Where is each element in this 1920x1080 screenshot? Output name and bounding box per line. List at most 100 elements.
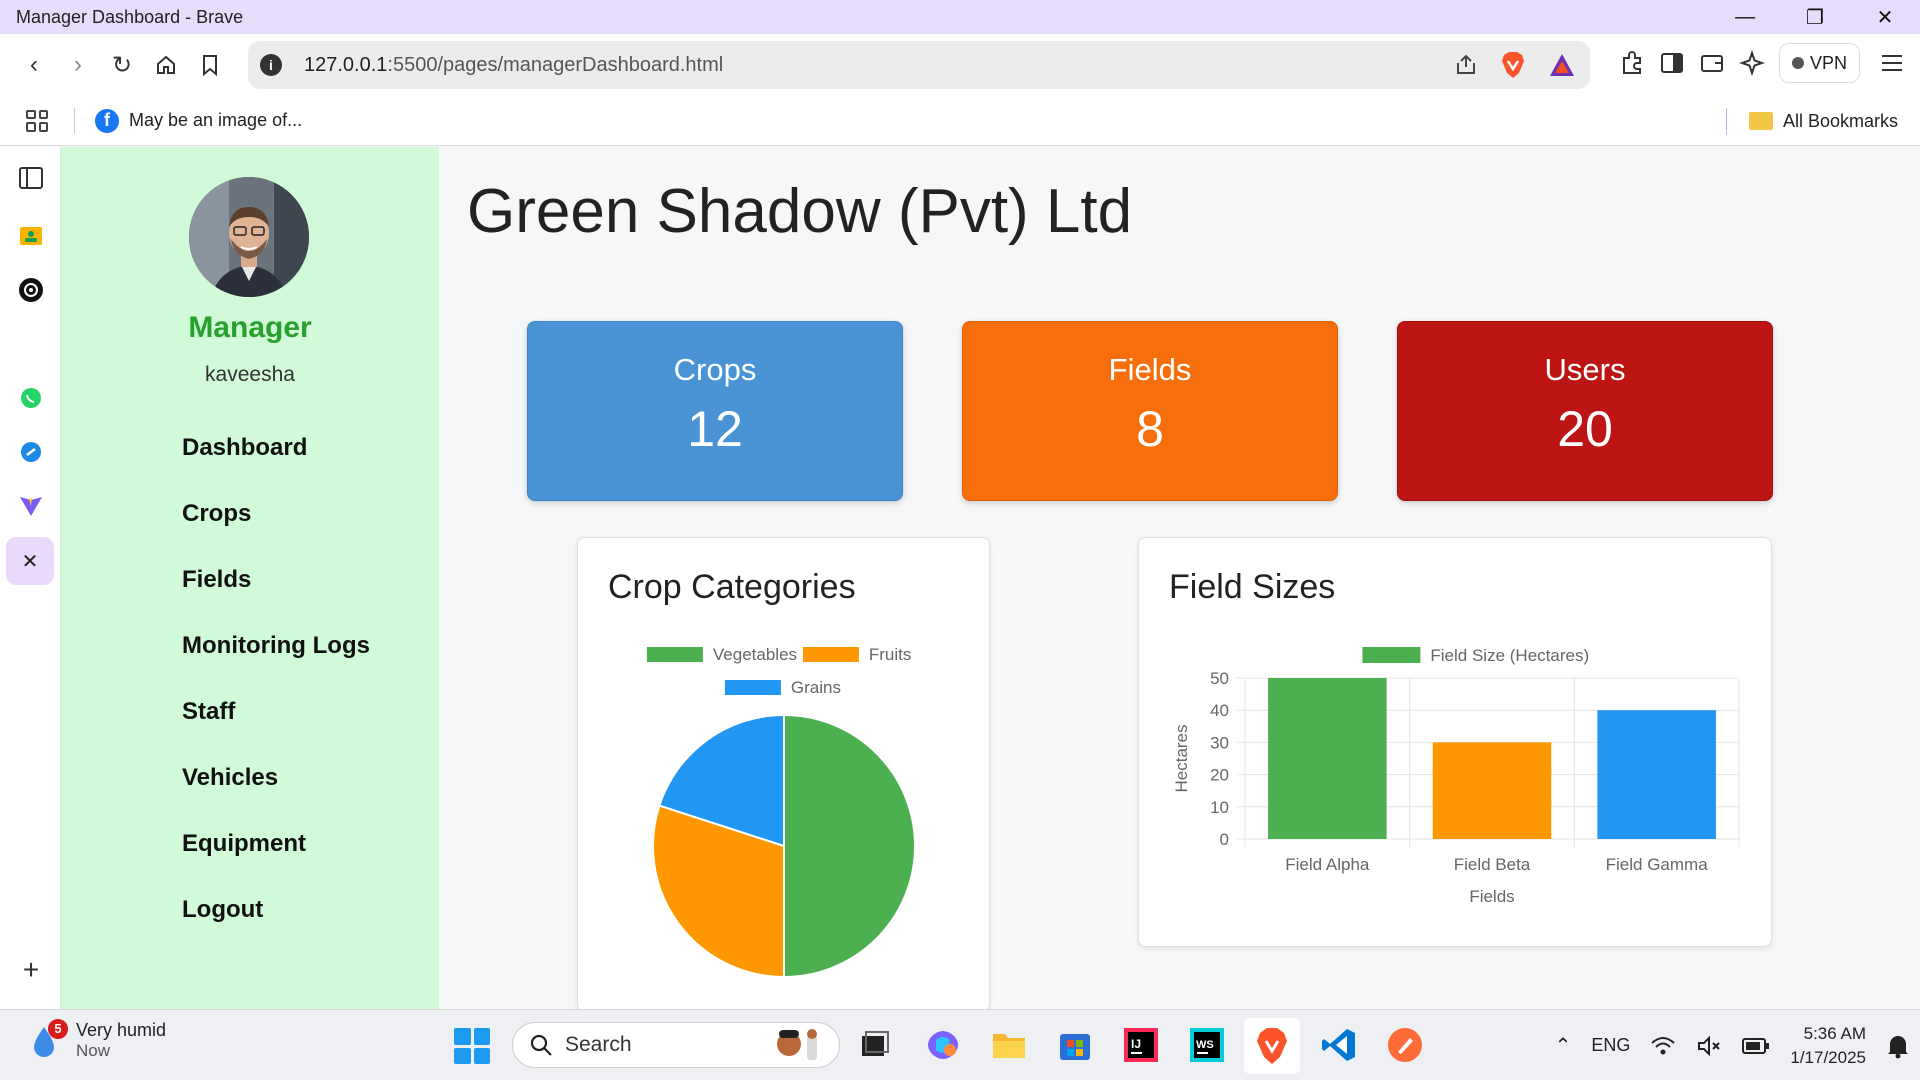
volume-muted-icon[interactable]	[1696, 1035, 1722, 1057]
stat-label: Crops	[673, 352, 757, 387]
url-text[interactable]: 127.0.0.1:5500/pages/managerDashboard.ht…	[304, 54, 723, 77]
y-axis-label: Hectares	[1172, 724, 1191, 792]
legend-item[interactable]: Field Size (Hectares)	[1362, 646, 1589, 665]
svg-text:IJ: IJ	[1131, 1037, 1141, 1051]
intellij-icon[interactable]: IJ	[1122, 1026, 1160, 1064]
webstorm-icon[interactable]: WS	[1188, 1026, 1226, 1064]
chevron-up-icon[interactable]: ⌃	[1555, 1033, 1572, 1058]
browser-side-panel: ✕ +	[0, 147, 61, 1009]
weather-text: Very humid	[76, 1020, 167, 1040]
crops-stat-card: Crops 12	[527, 321, 903, 501]
pie-slice-vegetables[interactable]	[783, 713, 916, 979]
stat-label: Fields	[1108, 352, 1192, 387]
y-tick-label: 40	[1210, 701, 1229, 720]
back-icon[interactable]: ‹	[12, 43, 56, 87]
wallet-icon[interactable]	[1699, 50, 1725, 76]
sidebar-item-vehicles[interactable]: Vehicles	[182, 745, 370, 811]
postman-icon[interactable]	[1386, 1026, 1424, 1064]
contacts-icon[interactable]	[18, 223, 44, 249]
battery-icon[interactable]	[1742, 1037, 1770, 1055]
clock[interactable]: 5:36 AM 1/17/2025	[1790, 1022, 1866, 1070]
taskbar-search[interactable]: Search	[512, 1022, 840, 1068]
share-icon[interactable]	[1454, 53, 1478, 77]
legend-item[interactable]: Vegetables	[646, 645, 797, 664]
x-tick-label: Field Beta	[1454, 855, 1531, 874]
sidebar-toggle-icon[interactable]	[1659, 50, 1685, 76]
field-sizes-card: Field Sizes Field Size (Hectares) 0 10 20 30…	[1138, 537, 1772, 947]
sidebar-item-dashboard[interactable]: Dashboard	[182, 415, 370, 481]
task-view-icon[interactable]	[856, 1026, 894, 1064]
sidebar-item-monitoring-logs[interactable]: Monitoring Logs	[182, 613, 370, 679]
whatsapp-icon[interactable]	[18, 385, 44, 411]
pie-chart: Vegetables Fruits Grains	[646, 645, 916, 979]
x-tick-label: Field Gamma	[1606, 855, 1709, 874]
add-panel-icon[interactable]: +	[18, 954, 44, 985]
wifi-icon[interactable]	[1650, 1035, 1676, 1057]
home-icon[interactable]	[144, 43, 188, 87]
stat-value: 20	[1557, 401, 1613, 457]
close-icon[interactable]: ✕	[1850, 0, 1920, 34]
sidebar-item-fields[interactable]: Fields	[182, 547, 370, 613]
folder-icon	[1748, 112, 1773, 130]
close-sidebar-item[interactable]: ✕	[6, 537, 54, 585]
link-icon[interactable]	[18, 439, 44, 465]
fields-stat-card: Fields 8	[962, 321, 1338, 501]
window-title: Manager Dashboard - Brave	[16, 6, 244, 27]
users-stat-card: Users 20	[1397, 321, 1773, 501]
y-tick-label: 30	[1210, 733, 1229, 752]
legend-item[interactable]: Fruits	[802, 645, 912, 664]
address-bar[interactable]: i 127.0.0.1:5500/pages/managerDashboard.…	[248, 41, 1590, 89]
menu-icon[interactable]	[1874, 45, 1910, 81]
vpn-button[interactable]: VPN	[1778, 43, 1860, 83]
copilot-icon[interactable]	[924, 1026, 962, 1064]
bar-field-beta[interactable]	[1432, 742, 1552, 839]
facebook-icon[interactable]: f	[95, 108, 119, 133]
taskbar: 5 Very humid Now Search IJ WS ⌃ ENG 5:36…	[0, 1009, 1920, 1080]
sidebar-item-equipment[interactable]: Equipment	[182, 811, 370, 877]
stat-value: 8	[1136, 401, 1164, 457]
bookmark-icon[interactable]	[188, 43, 232, 87]
y-tick-label: 10	[1210, 798, 1229, 817]
leo-ai-icon[interactable]	[1738, 50, 1765, 76]
forward-icon[interactable]: ›	[56, 43, 100, 87]
notification-bell-icon[interactable]	[1886, 1033, 1910, 1059]
bookmark-item[interactable]: May be an image of...	[129, 110, 302, 131]
brave-taskbar-icon[interactable]	[1244, 1018, 1300, 1074]
sidebar-item-crops[interactable]: Crops	[182, 481, 370, 547]
bar-field-alpha[interactable]	[1268, 678, 1387, 839]
file-explorer-icon[interactable]	[990, 1026, 1028, 1064]
site-info-icon[interactable]: i	[260, 54, 282, 76]
sidebar-item-staff[interactable]: Staff	[182, 679, 370, 745]
minimize-icon[interactable]: —	[1710, 0, 1780, 34]
sidebar-menu: Dashboard Crops Fields Monitoring Logs S…	[182, 415, 370, 943]
sidebar-panel-icon[interactable]	[18, 165, 44, 191]
restore-icon[interactable]: ❐	[1780, 0, 1850, 34]
svg-text:WS: WS	[1196, 1039, 1214, 1051]
vite-icon[interactable]	[18, 493, 44, 519]
legend-label: Fruits	[869, 645, 912, 664]
search-placeholder: Search	[565, 1033, 632, 1056]
weather-widget[interactable]: 5 Very humid Now	[24, 1018, 167, 1061]
vscode-icon[interactable]	[1320, 1026, 1358, 1064]
y-tick-label: 0	[1220, 830, 1229, 849]
reload-icon[interactable]: ↻	[100, 43, 144, 87]
brave-shields-icon[interactable]	[1500, 51, 1526, 79]
vpn-status-icon	[1791, 57, 1804, 69]
brave-rewards-icon[interactable]	[1548, 52, 1576, 78]
legend-label: Vegetables	[713, 645, 797, 664]
user-role: Manager	[188, 311, 312, 344]
start-icon[interactable]	[454, 1028, 490, 1064]
store-icon[interactable]	[1056, 1026, 1094, 1064]
bar-field-gamma[interactable]	[1597, 710, 1716, 839]
all-bookmarks-link[interactable]: All Bookmarks	[1783, 111, 1898, 132]
sidebar-item-logout[interactable]: Logout	[182, 877, 370, 943]
window-controls: — ❐ ✕	[1710, 0, 1920, 34]
user-name: kaveesha	[205, 363, 295, 386]
chatgpt-icon[interactable]	[18, 277, 44, 303]
legend-item[interactable]: Grains	[724, 678, 841, 697]
language-indicator[interactable]: ENG	[1591, 1035, 1630, 1056]
legend-label: Grains	[791, 678, 841, 697]
extensions-icon[interactable]	[1619, 50, 1645, 76]
apps-grid-icon[interactable]	[26, 109, 48, 132]
legend-label: Field Size (Hectares)	[1430, 646, 1589, 665]
